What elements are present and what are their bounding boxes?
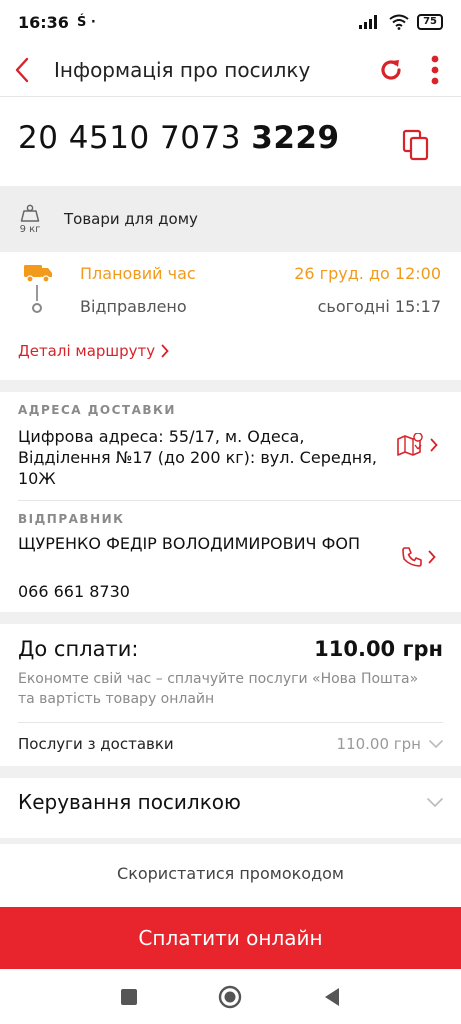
status-left: 16:36 Ś ·: [18, 13, 96, 32]
status-bar: 16:36 Ś · 75: [0, 0, 461, 44]
section-gap: [0, 380, 461, 392]
map-button[interactable]: [396, 430, 448, 460]
sender-label: ВІДПРАВНИК: [18, 512, 125, 526]
planned-time-label: Плановий час: [80, 264, 196, 283]
tracking-number-main: 20 4510 7073: [18, 120, 252, 156]
delivery-services-label: Послуги з доставки: [18, 735, 174, 753]
sender-phone: 066 661 8730: [18, 582, 130, 601]
back-button[interactable]: [0, 48, 44, 92]
delivery-services-value: 110.00 грн: [336, 735, 421, 753]
battery-indicator: 75: [417, 14, 443, 30]
refresh-icon: [381, 60, 401, 80]
pay-online-button[interactable]: Сплатити онлайн: [0, 907, 461, 969]
chevron-right-icon: [430, 438, 438, 452]
refresh-button[interactable]: [371, 48, 411, 92]
sent-label: Відправлено: [80, 297, 187, 316]
chevron-right-icon: [428, 550, 436, 564]
system-nav-bar: [0, 969, 461, 1024]
section-gap: [0, 838, 461, 844]
signal-icon: [359, 15, 378, 29]
app-header: Інформація про посилку: [0, 44, 461, 96]
weight-info: 9 кг: [0, 204, 60, 235]
delivery-address-label: АДРЕСА ДОСТАВКИ: [18, 403, 176, 417]
payment-amount: 110.00 грн: [314, 637, 443, 661]
weight-label: 9 кг: [19, 223, 41, 235]
status-extra: Ś ·: [76, 14, 96, 30]
back-arrow-icon: [15, 57, 29, 83]
truck-icon: [24, 265, 52, 283]
delivery-address: Цифрова адреса: 55/17, м. Одеса, Відділе…: [18, 427, 377, 488]
page-title: Інформація про посилку: [54, 58, 311, 82]
status-time: 16:36: [18, 12, 69, 32]
chevron-right-icon: [161, 344, 169, 358]
goods-info-band: 9 кг Товари для дому: [0, 186, 461, 252]
payment-divider: [18, 722, 443, 723]
call-button[interactable]: [400, 542, 448, 572]
home-icon[interactable]: [218, 985, 242, 1009]
phone-icon: [402, 547, 422, 567]
route-dot: [32, 303, 42, 313]
status-right: 75: [359, 14, 443, 30]
chevron-down-icon[interactable]: [427, 798, 443, 808]
planned-time-value: 26 груд. до 12:00: [294, 264, 441, 283]
header-divider: [0, 96, 461, 97]
route-details-label: Деталі маршруту: [18, 342, 156, 360]
promo-code-link[interactable]: Скористатися промокодом: [0, 864, 461, 883]
copy-icon: [402, 129, 429, 161]
section-gap: [0, 612, 461, 624]
manage-parcel-title[interactable]: Керування посилкою: [18, 790, 241, 814]
map-icon: [397, 433, 423, 456]
route-details-link[interactable]: Деталі маршруту: [18, 342, 169, 360]
section-gap: [0, 766, 461, 778]
address-divider: [18, 500, 461, 501]
more-vertical-icon: [431, 55, 439, 85]
more-options-button[interactable]: [419, 48, 451, 92]
payment-note: Економте свій час – сплачуйте послуги «Н…: [18, 671, 419, 707]
wifi-icon: [389, 14, 409, 30]
sender-name: ЩУРЕНКО ФЕДІР ВОЛОДИМИРОВИЧ ФОП: [18, 534, 360, 553]
copy-button[interactable]: [398, 126, 434, 164]
tracking-number-bold: 3229: [251, 120, 340, 156]
weight-icon: [20, 204, 40, 222]
route-line: [36, 285, 38, 301]
sent-value: сьогодні 15:17: [317, 297, 441, 316]
payment-label: До сплати:: [18, 637, 139, 661]
chevron-down-icon: [429, 740, 443, 748]
tracking-number: 20 4510 7073 3229: [18, 120, 340, 156]
delivery-services-toggle[interactable]: 110.00 грн: [337, 735, 443, 753]
back-triangle-icon[interactable]: [323, 987, 341, 1007]
goods-description: Товари для дому: [64, 210, 198, 228]
recents-icon[interactable]: [120, 988, 138, 1006]
